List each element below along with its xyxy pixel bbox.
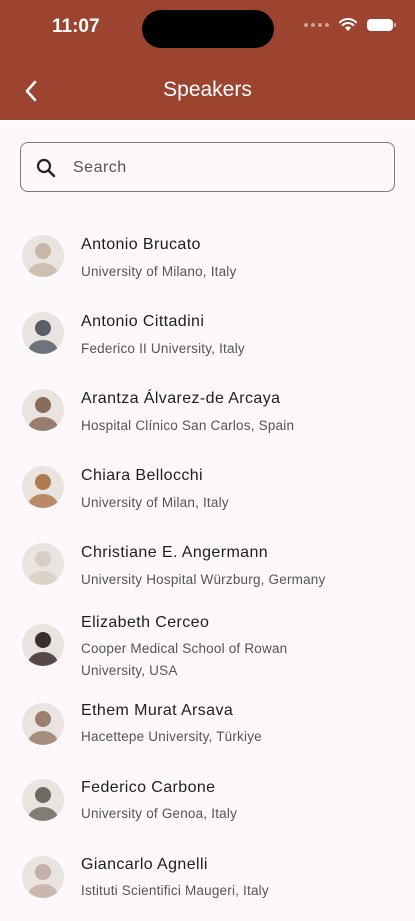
speaker-row[interactable]: Federico Carbone University of Genoa, It… (0, 767, 415, 844)
avatar (22, 856, 64, 898)
speaker-name: Giancarlo Agnelli (81, 856, 208, 873)
speaker-name: Arantza Álvarez-de Arcaya (81, 390, 281, 407)
speaker-affiliation: University of Genoa, Italy (81, 806, 238, 821)
app-header: 11:07 Speakers (0, 0, 415, 120)
page-title: Speakers (163, 78, 252, 101)
search-bar[interactable] (20, 142, 395, 193)
avatar (22, 703, 64, 745)
status-time: 11:07 (52, 16, 100, 37)
speaker-affiliation: University of Milano, Italy (81, 264, 237, 279)
speaker-name: Elizabeth Cerceo (81, 614, 210, 631)
speaker-name: Antonio Cittadini (81, 313, 205, 330)
speaker-affiliation: Federico II University, Italy (81, 341, 245, 356)
speaker-name: Antonio Brucato (81, 236, 201, 253)
speaker-affiliation: University Hospital Würzburg, Germany (81, 572, 326, 587)
avatar (22, 466, 64, 508)
avatar (22, 624, 64, 666)
speaker-name: Chiara Bellocchi (81, 467, 204, 484)
avatar (22, 235, 64, 277)
speaker-name: Christiane E. Angermann (81, 544, 269, 561)
speaker-row[interactable]: Giancarlo Agnelli Istituti Scientifici M… (0, 844, 415, 921)
speaker-affiliation: Istituti Scientifici Maugeri, Italy (81, 883, 269, 898)
search-icon (36, 158, 56, 178)
avatar (22, 389, 64, 431)
speaker-name: Ethem Murat Arsava (81, 702, 234, 719)
status-icons (304, 18, 396, 32)
avatar (22, 779, 64, 821)
avatar (22, 312, 64, 354)
speaker-row[interactable]: Ethem Murat Arsava Hacettepe University,… (0, 690, 415, 767)
speaker-row[interactable]: Antonio Brucato University of Milano, It… (0, 215, 415, 292)
avatar (22, 543, 64, 585)
battery-icon (367, 19, 396, 31)
speaker-affiliation: Hospital Clínico San Carlos, Spain (81, 418, 295, 433)
search-input[interactable] (71, 143, 385, 193)
speaker-affiliation: Hacettepe University, Türkiye (81, 729, 262, 744)
dynamic-island (142, 10, 274, 48)
speaker-affiliation: Cooper Medical School of Rowan Universit… (81, 641, 288, 678)
speaker-row[interactable]: Elizabeth Cerceo Cooper Medical School o… (0, 600, 415, 690)
speaker-row[interactable]: Chiara Bellocchi University of Milan, It… (0, 446, 415, 523)
speaker-list: Antonio Brucato University of Milano, It… (0, 215, 415, 921)
speaker-row[interactable]: Antonio Cittadini Federico II University… (0, 292, 415, 369)
speaker-name: Federico Carbone (81, 779, 216, 796)
wifi-icon (339, 18, 357, 31)
speaker-row[interactable]: Christiane E. Angermann University Hospi… (0, 523, 415, 600)
cellular-signal-icon (304, 23, 329, 27)
speaker-row[interactable]: Arantza Álvarez-de Arcaya Hospital Clíni… (0, 369, 415, 446)
speaker-affiliation: University of Milan, Italy (81, 495, 229, 510)
